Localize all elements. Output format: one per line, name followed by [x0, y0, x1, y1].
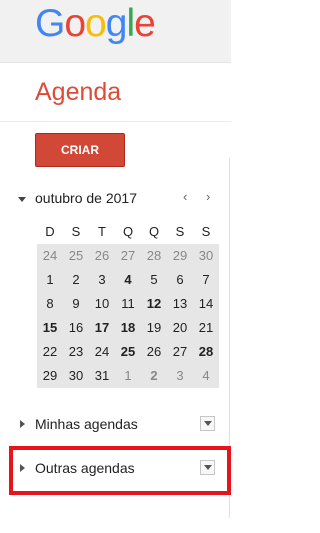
calendar-day[interactable]: 10 [89, 292, 115, 316]
logo-letter: o [85, 2, 107, 45]
calendar-day[interactable]: 28 [193, 340, 219, 364]
calendar-day[interactable]: 26 [89, 244, 115, 268]
weekday-header: S [71, 224, 81, 239]
calendar-day[interactable]: 23 [63, 340, 89, 364]
google-logo[interactable]: Google [35, 2, 156, 46]
calendar-day[interactable]: 5 [141, 268, 167, 292]
weekday-header: Q [122, 224, 134, 239]
calendar-day[interactable]: 9 [63, 292, 89, 316]
weekday-header: S [201, 224, 211, 239]
calendar-day[interactable]: 31 [89, 364, 115, 388]
logo-letter: o [64, 2, 86, 45]
calendar-day[interactable]: 15 [37, 316, 63, 340]
calendar-day[interactable]: 12 [141, 292, 167, 316]
calendar-day[interactable]: 20 [167, 316, 193, 340]
calendar-day[interactable]: 7 [193, 268, 219, 292]
calendar-day[interactable]: 19 [141, 316, 167, 340]
calendar-day[interactable]: 25 [63, 244, 89, 268]
calendar-day[interactable]: 25 [115, 340, 141, 364]
app-title: Agenda [35, 78, 122, 106]
calendar-day[interactable]: 30 [63, 364, 89, 388]
collapse-triangle-icon[interactable] [18, 197, 26, 202]
mini-calendar-month[interactable]: outubro de 2017 [35, 190, 137, 206]
highlight-box [9, 446, 231, 495]
calendar-day[interactable]: 14 [193, 292, 219, 316]
calendar-day[interactable]: 26 [141, 340, 167, 364]
calendar-day[interactable]: 30 [193, 244, 219, 268]
create-event-button[interactable]: CRIAR [35, 133, 125, 167]
calendar-day[interactable]: 13 [167, 292, 193, 316]
logo-letter: e [134, 2, 156, 45]
my-calendars-label[interactable]: Minhas agendas [35, 416, 138, 432]
calendar-day[interactable]: 4 [115, 268, 141, 292]
top-bar: Google [0, 0, 231, 63]
calendar-day[interactable]: 2 [141, 364, 167, 388]
calendar-day[interactable]: 3 [89, 268, 115, 292]
my-calendars-menu-dropdown-icon[interactable] [200, 416, 215, 431]
expand-arrow-icon[interactable] [20, 420, 25, 428]
logo-letter: l [126, 2, 135, 45]
calendar-day[interactable]: 27 [115, 244, 141, 268]
logo-letter: g [105, 2, 128, 45]
calendar-day[interactable]: 18 [115, 316, 141, 340]
calendar-day[interactable]: 27 [167, 340, 193, 364]
calendar-day[interactable]: 28 [141, 244, 167, 268]
calendar-day[interactable]: 22 [37, 340, 63, 364]
calendar-day[interactable]: 1 [37, 268, 63, 292]
logo-letter: G [35, 2, 65, 45]
calendar-day[interactable]: 6 [167, 268, 193, 292]
weekday-header: Q [148, 224, 160, 239]
calendar-day[interactable]: 2 [63, 268, 89, 292]
weekday-header: T [98, 224, 106, 239]
calendar-day[interactable]: 24 [37, 244, 63, 268]
calendar-day[interactable]: 29 [37, 364, 63, 388]
weekday-header: S [175, 224, 185, 239]
calendar-day[interactable]: 3 [167, 364, 193, 388]
calendar-day[interactable]: 17 [89, 316, 115, 340]
chevron-right-icon[interactable]: › [206, 189, 210, 204]
header-divider [0, 121, 231, 122]
chevron-left-icon[interactable]: ‹ [183, 189, 187, 204]
calendar-day[interactable]: 21 [193, 316, 219, 340]
mini-calendar-header: outubro de 2017 ‹ › [18, 189, 223, 209]
calendar-day[interactable]: 11 [115, 292, 141, 316]
calendar-day[interactable]: 1 [115, 364, 141, 388]
mini-calendar-grid: D S T Q Q S S 24 25 26 27 28 29 30 1 2 3 4 5 6 7 8 9 10 11 12 13 14… [37, 220, 219, 388]
calendar-day[interactable]: 8 [37, 292, 63, 316]
calendar-day[interactable]: 4 [193, 364, 219, 388]
calendar-day[interactable]: 24 [89, 340, 115, 364]
weekday-header: D [45, 224, 55, 239]
calendar-day[interactable]: 29 [167, 244, 193, 268]
my-calendars-section[interactable]: Minhas agendas [18, 415, 223, 435]
calendar-day[interactable]: 16 [63, 316, 89, 340]
